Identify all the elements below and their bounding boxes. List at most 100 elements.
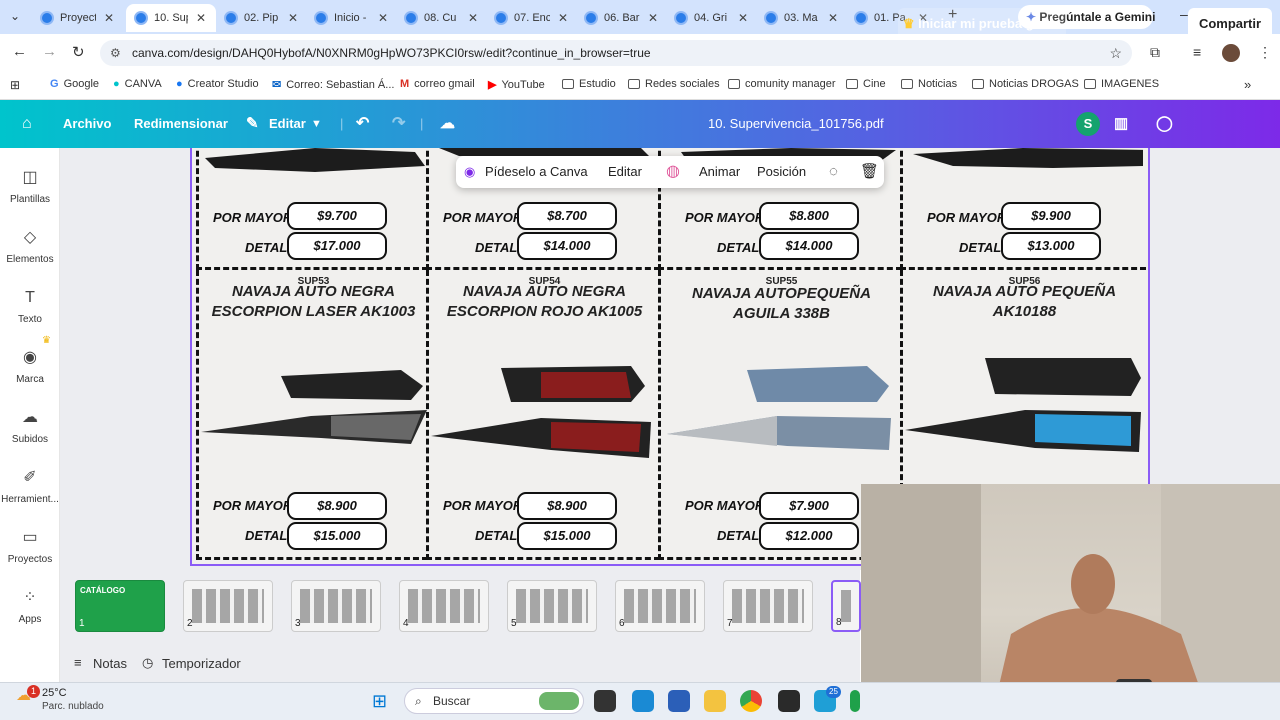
insights-icon[interactable]: ▥ <box>1114 100 1128 148</box>
windows-start-icon[interactable]: ⊞ <box>372 691 387 712</box>
animate-button[interactable]: Animar <box>699 156 740 188</box>
bookmark[interactable]: G Google <box>50 78 99 90</box>
bookmark[interactable]: IMAGENES <box>1084 78 1159 90</box>
tab-6[interactable]: 06. Bar ✕ <box>576 4 664 32</box>
sidebar-item-templates[interactable]: ◫ Plantillas <box>0 168 60 205</box>
product-cell[interactable]: SUP54 NAVAJA AUTO NEGRA ESCORPION ROJO A… <box>426 270 660 560</box>
tab-3[interactable]: Inicio - ✕ <box>306 4 394 32</box>
user-avatar[interactable]: S <box>1076 112 1100 136</box>
free-trial-button[interactable]: ♛ Iniciar mi prueba gratis <box>898 8 1066 40</box>
home-icon[interactable]: ⌂ <box>22 100 32 148</box>
undo-icon[interactable]: ↶ <box>356 100 369 148</box>
close-icon[interactable]: ✕ <box>378 11 388 25</box>
bookmark[interactable]: Cine <box>846 78 886 90</box>
page-thumbnail[interactable]: CATÁLOGO 1 <box>75 580 165 632</box>
share-button[interactable]: Compartir <box>1188 8 1272 40</box>
position-button[interactable]: Posición <box>757 156 806 188</box>
back-icon[interactable]: ← <box>12 43 27 60</box>
close-icon[interactable]: ✕ <box>828 11 838 25</box>
canva-icon: ● <box>113 78 120 90</box>
store-icon[interactable] <box>668 690 690 712</box>
taskbar-search[interactable]: ⌕ Buscar <box>404 688 584 714</box>
close-icon[interactable]: ✕ <box>288 11 298 25</box>
cloud-save-icon[interactable]: ☁ <box>440 100 455 148</box>
tab-8[interactable]: 03. Ma ✕ <box>756 4 844 32</box>
comment-icon[interactable]: ◯ <box>1156 100 1173 148</box>
bookmark[interactable]: ▶ YouTube <box>488 78 545 92</box>
tab-0[interactable]: Proyect ✕ <box>32 4 124 32</box>
trash-icon[interactable]: 🗑 <box>860 156 879 188</box>
sidebar-item-uploads[interactable]: ☁ Subidos <box>0 408 60 445</box>
edit-button[interactable]: Editar <box>608 156 642 188</box>
add-comment-icon[interactable]: ◌ <box>829 156 838 188</box>
forward-icon[interactable]: → <box>42 43 57 60</box>
app-icon[interactable] <box>778 690 800 712</box>
tab-2[interactable]: 02. Pip ✕ <box>216 4 304 32</box>
menu-icon[interactable]: ⋮ <box>1258 44 1272 61</box>
timer-button[interactable]: Temporizador <box>162 656 241 671</box>
bookmark-star-icon[interactable]: ☆ <box>1109 40 1122 66</box>
page-thumbnail[interactable]: 2 <box>183 580 273 632</box>
product-cell[interactable]: POR MAYOR $9.900 DETAL $13.000 <box>900 148 1146 270</box>
bookmark[interactable]: Estudio <box>562 78 616 90</box>
minimize-icon[interactable]: – <box>1180 6 1188 22</box>
bookmark[interactable]: comunity manager <box>728 78 836 90</box>
bookmark[interactable]: Mcorreo gmail <box>400 78 475 90</box>
file-explorer-icon[interactable] <box>704 690 726 712</box>
notes-icon[interactable]: ≡ <box>74 655 82 670</box>
close-icon[interactable]: ✕ <box>648 11 658 25</box>
sidebar-item-brand[interactable]: ◉ Marca <box>0 348 60 385</box>
close-icon[interactable]: ✕ <box>104 11 114 25</box>
close-icon[interactable]: ✕ <box>196 11 206 25</box>
tab-7[interactable]: 04. Gri ✕ <box>666 4 754 32</box>
media-icon[interactable]: ≡ <box>1193 44 1201 60</box>
apps-grid-icon[interactable]: ⊞ <box>10 78 20 92</box>
sidebar-item-elements[interactable]: ◇ Elementos <box>0 228 60 265</box>
extensions-icon[interactable]: ⧉ <box>1150 44 1160 61</box>
product-cell[interactable]: POR MAYOR $9.700 DETAL $17.000 <box>196 148 428 270</box>
sidebar-item-apps[interactable]: ⁘ Apps <box>0 588 60 625</box>
product-cell[interactable]: SUP53 NAVAJA AUTO NEGRA ESCORPION LASER … <box>196 270 428 560</box>
site-info-icon[interactable]: ⚙ <box>110 40 121 66</box>
document-title[interactable]: 10. Supervivencia_101756.pdf <box>708 100 884 148</box>
task-view-icon[interactable] <box>594 690 616 712</box>
chevron-down-icon[interactable]: ▼ <box>311 100 322 148</box>
file-menu[interactable]: Archivo <box>63 100 111 148</box>
tab-5[interactable]: 07. Enc ✕ <box>486 4 574 32</box>
page-thumbnail[interactable]: 8 <box>831 580 861 632</box>
color-wheel-icon[interactable]: ◍ <box>666 156 680 188</box>
bookmark[interactable]: Noticias <box>901 78 957 90</box>
bookmark[interactable]: ● CANVA <box>113 78 162 90</box>
page-thumbnail[interactable]: 3 <box>291 580 381 632</box>
bookmark[interactable]: Redes sociales <box>628 78 720 90</box>
app-icon[interactable] <box>850 690 860 712</box>
page-thumbnail[interactable]: 7 <box>723 580 813 632</box>
sidebar-item-text[interactable]: T Texto <box>0 288 60 325</box>
resize-button[interactable]: Redimensionar <box>134 100 228 148</box>
close-icon[interactable]: ✕ <box>468 11 478 25</box>
page-thumbnail[interactable]: 4 <box>399 580 489 632</box>
sidebar-item-projects[interactable]: ▭ Proyectos <box>0 528 60 565</box>
close-icon[interactable]: ✕ <box>558 11 568 25</box>
bookmark[interactable]: Noticias DROGAS <box>972 78 1079 90</box>
tab-4[interactable]: 08. Cu ✕ <box>396 4 484 32</box>
page-thumbnail[interactable]: 5 <box>507 580 597 632</box>
chrome-icon[interactable] <box>740 690 762 712</box>
close-icon[interactable]: ✕ <box>738 11 748 25</box>
tab-search-icon[interactable]: ⌄ <box>10 9 20 23</box>
edge-icon[interactable] <box>632 690 654 712</box>
notes-button[interactable]: Notas <box>93 656 127 671</box>
ask-canva-button[interactable]: Pídeselo a Canva <box>485 156 588 188</box>
edit-menu[interactable]: Editar <box>269 100 306 148</box>
timer-icon[interactable]: ◷ <box>142 655 153 671</box>
bookmark[interactable]: ● Creator Studio <box>176 78 259 90</box>
reload-icon[interactable]: ↻ <box>72 43 85 61</box>
profile-avatar[interactable] <box>1222 44 1240 62</box>
redo-icon[interactable]: ↷ <box>392 100 405 148</box>
more-bookmarks-icon[interactable]: » <box>1244 77 1251 92</box>
url-bar[interactable]: ⚙ canva.com/design/DAHQ0HybofA/N0XNRM0gH… <box>100 40 1132 66</box>
bookmark[interactable]: ✉ Correo: Sebastian Á... <box>272 78 394 92</box>
tab-1[interactable]: 10. Sup ✕ <box>126 4 216 32</box>
page-thumbnail[interactable]: 6 <box>615 580 705 632</box>
sidebar-item-tools[interactable]: ✐ Herramient... <box>0 468 60 505</box>
